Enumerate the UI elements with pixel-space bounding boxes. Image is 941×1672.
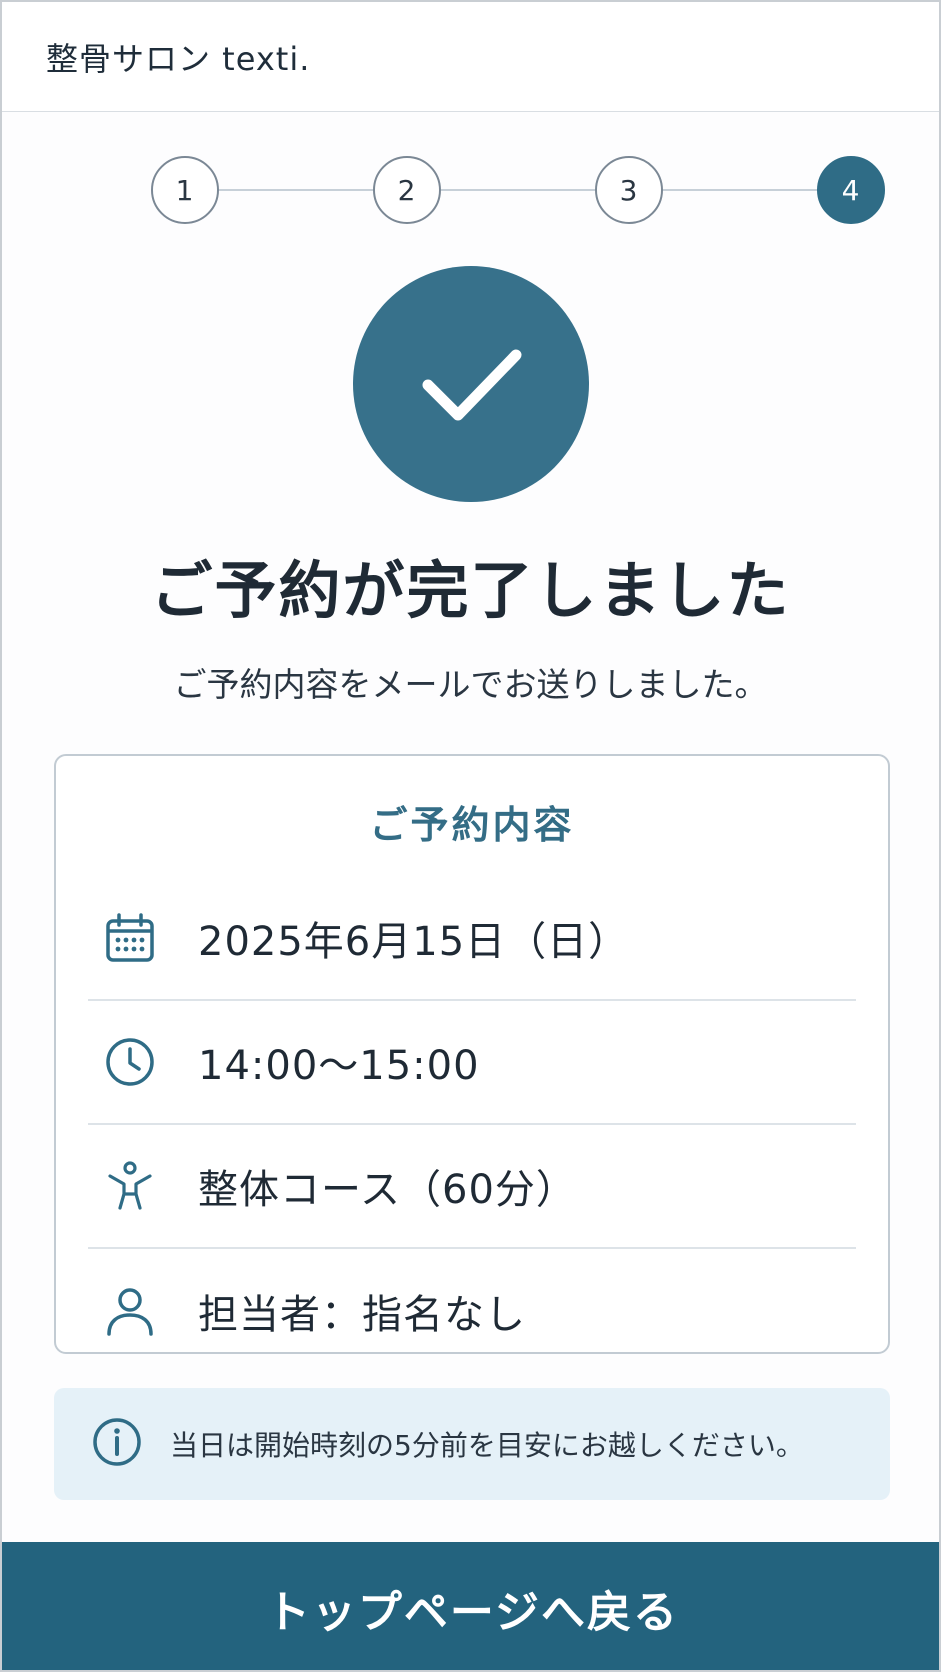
step-2: 2 — [372, 156, 441, 224]
step-connector — [214, 189, 375, 191]
step-3: 3 — [594, 156, 663, 224]
details-list: 2025年6月15日（日） 14:00〜15:00 整体コース（60分） 担当者… — [88, 877, 856, 1373]
app-header: 整骨サロン texti. — [2, 2, 939, 112]
detail-row-time: 14:00〜15:00 — [88, 1001, 856, 1125]
reservation-time: 14:00〜15:00 — [198, 1043, 480, 1089]
checkmark-icon — [352, 266, 589, 502]
detail-row-date: 2025年6月15日（日） — [88, 877, 856, 1001]
reservation-staff: 担当者：指名なし — [198, 1292, 526, 1338]
success-mark — [2, 266, 939, 502]
detail-row-staff: 担当者：指名なし — [88, 1249, 856, 1373]
detail-row-course: 整体コース（60分） — [88, 1125, 856, 1249]
completion-title: ご予約が完了しました — [150, 554, 791, 627]
completion-subtitle: ご予約内容をメールでお送りしました。 — [173, 665, 768, 704]
back-to-top-button[interactable]: トップページへ戻る — [2, 1542, 939, 1670]
calendar-icon — [88, 912, 198, 964]
user-icon — [88, 1285, 198, 1337]
app-title: 整骨サロン texti. — [46, 39, 311, 78]
step-4-current: 4 — [816, 156, 885, 224]
step-1: 1 — [150, 156, 219, 224]
info-icon — [92, 1417, 142, 1471]
notice-text: 当日は開始時刻の5分前を目安にお越しください。 — [170, 1429, 804, 1462]
step-connector — [658, 189, 819, 191]
reservation-details-card: ご予約内容 2025年6月15日（日） 14:00〜15:00 整体コース（60… — [54, 754, 890, 1354]
reservation-date: 2025年6月15日（日） — [198, 919, 630, 965]
step-indicator: 1 2 3 4 — [81, 112, 885, 272]
details-title: ご予約内容 — [369, 803, 575, 847]
clock-icon — [88, 1036, 198, 1088]
app-frame: 整骨サロン texti. 1 2 3 4 ご予約が完了しました ご予約内容をメー… — [0, 0, 941, 1672]
person-stretch-icon — [88, 1160, 198, 1212]
arrival-notice: 当日は開始時刻の5分前を目安にお越しください。 — [54, 1388, 890, 1500]
step-connector — [436, 189, 597, 191]
reservation-course: 整体コース（60分） — [198, 1167, 577, 1213]
